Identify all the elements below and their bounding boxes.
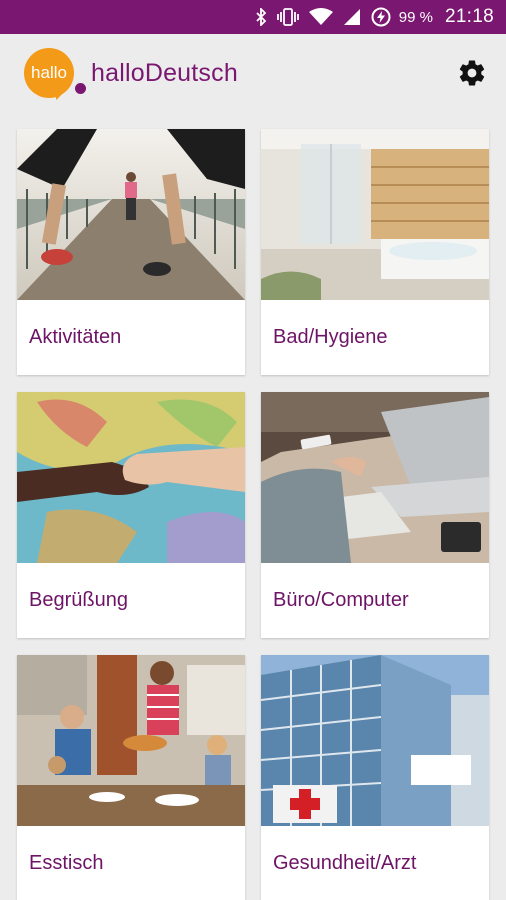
category-image-handshake xyxy=(17,392,245,563)
signal-icon xyxy=(343,8,361,26)
category-label: Begrüßung xyxy=(29,589,128,611)
category-label: Gesundheit/Arzt xyxy=(273,852,417,874)
category-image-hospital xyxy=(261,655,489,826)
category-label: Bad/Hygiene xyxy=(273,326,388,348)
status-bar: 99 % 21:18 xyxy=(0,0,506,34)
vibrate-icon xyxy=(276,8,299,26)
category-image-office xyxy=(261,392,489,563)
category-image-dining xyxy=(17,655,245,826)
battery-charging-icon xyxy=(371,7,391,27)
logo-dot xyxy=(73,81,88,96)
app-title: halloDeutsch xyxy=(91,59,238,87)
category-image-bathroom xyxy=(261,129,489,300)
gear-icon xyxy=(459,60,485,86)
category-label: Aktivitäten xyxy=(29,326,122,348)
category-card-bad-hygiene[interactable]: Bad/Hygiene xyxy=(261,129,489,375)
category-label: Esstisch xyxy=(29,852,104,874)
category-card-gesundheit-arzt[interactable]: Gesundheit/Arzt xyxy=(261,655,489,900)
app-logo: hallo xyxy=(24,48,74,100)
category-image-running xyxy=(17,129,245,300)
clock: 21:18 xyxy=(444,6,494,27)
battery-percent: 99 % xyxy=(398,8,433,26)
bluetooth-icon xyxy=(255,8,267,26)
app-bar: hallo halloDeutsch xyxy=(0,34,506,114)
wifi-icon xyxy=(308,8,333,26)
category-card-buero-computer[interactable]: Büro/Computer xyxy=(261,392,489,638)
logo-text: hallo xyxy=(31,63,67,82)
category-label: Büro/Computer xyxy=(273,589,409,611)
category-card-esstisch[interactable]: Esstisch xyxy=(17,655,245,900)
category-card-aktivitaeten[interactable]: Aktivitäten xyxy=(17,129,245,375)
settings-button[interactable] xyxy=(455,56,489,90)
category-card-begruessung[interactable]: Begrüßung xyxy=(17,392,245,638)
